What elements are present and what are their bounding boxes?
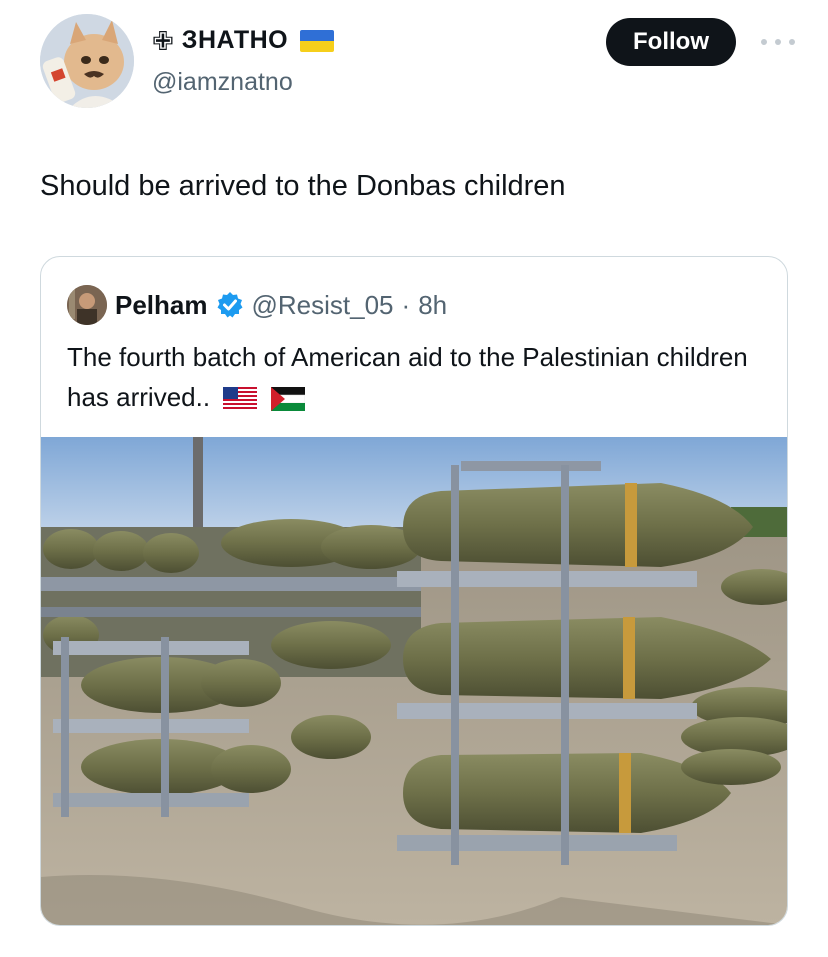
quoted-post-time: 8h xyxy=(418,289,448,320)
quoted-author-avatar xyxy=(67,285,107,325)
post-header: ✙ ЗНАТНО @iamznatno Follow xyxy=(40,14,800,110)
cross-icon: ✙ xyxy=(152,25,174,56)
verified-badge-icon xyxy=(217,292,242,318)
author-avatar[interactable] xyxy=(40,14,134,108)
time-separator: · xyxy=(401,289,411,320)
us-flag-icon xyxy=(223,387,258,412)
author-handle[interactable]: @iamznatno xyxy=(152,68,293,97)
quoted-post-photo[interactable] xyxy=(41,437,787,925)
author-name-row: ✙ ЗНАТНО xyxy=(152,25,335,56)
ukraine-flag-icon xyxy=(300,29,335,52)
follow-button[interactable]: Follow xyxy=(606,18,736,66)
post-text: Should be arrived to the Donbas children xyxy=(40,170,566,202)
quoted-author-name: Pelham xyxy=(115,289,208,320)
quoted-post-text: The fourth batch of American aid to the … xyxy=(67,337,757,417)
quoted-post[interactable]: Pelham @Resist_05 · 8h The fourth batch … xyxy=(40,256,788,926)
quoted-post-header: Pelham @Resist_05 · 8h xyxy=(67,285,447,325)
author-display-name[interactable]: ЗНАТНО xyxy=(182,26,288,55)
quoted-post-text-content: The fourth batch of American aid to the … xyxy=(67,342,748,412)
quoted-author-handle: @Resist_05 xyxy=(251,289,394,320)
palestine-flag-icon xyxy=(270,387,305,412)
more-dots-icon[interactable] xyxy=(756,32,800,52)
